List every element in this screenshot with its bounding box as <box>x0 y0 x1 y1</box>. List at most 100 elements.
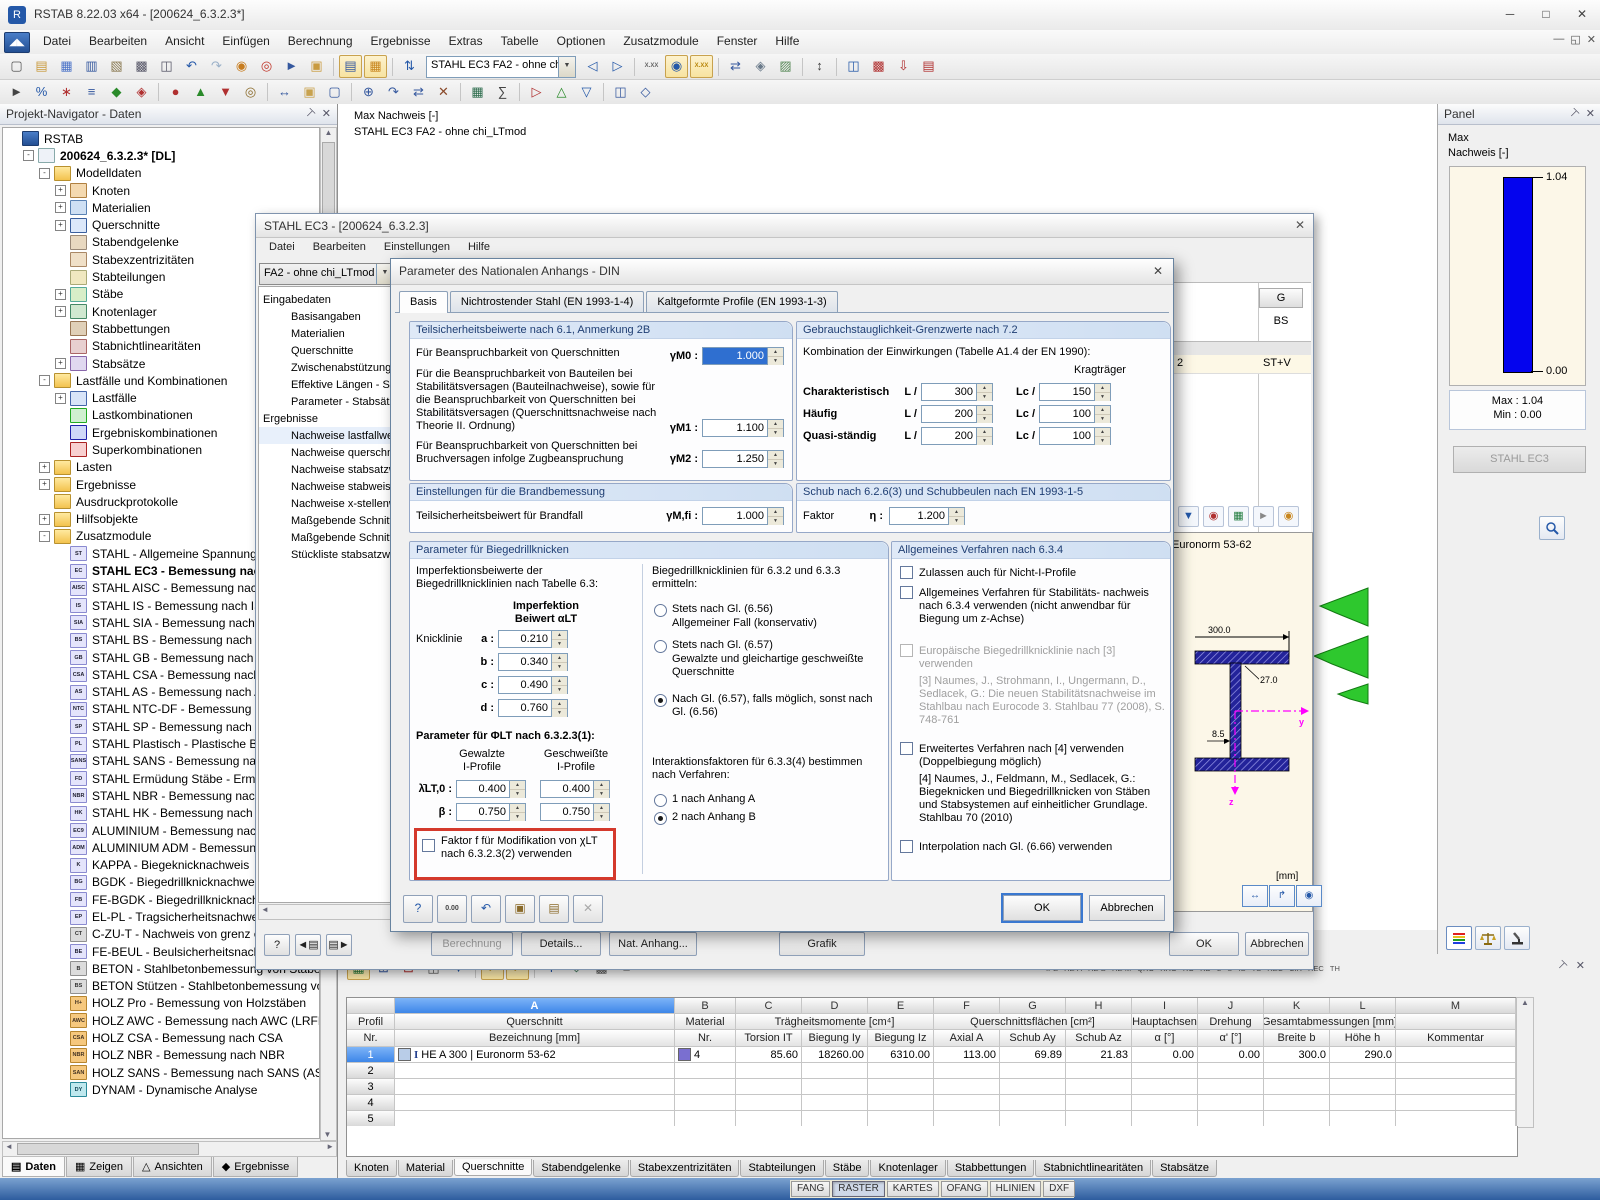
cell-value[interactable] <box>1066 1095 1132 1111</box>
ec3-menu-item[interactable]: Bearbeiten <box>304 238 375 261</box>
mirror-icon[interactable]: ⇄ <box>407 81 430 104</box>
spin-value[interactable]: 0.760 <box>499 700 551 716</box>
generate-icon[interactable]: ∗ <box>55 81 78 104</box>
table-row[interactable]: 1IHE A 300 | Euronorm 53-62485.6018260.0… <box>347 1047 1517 1063</box>
spin-buttons[interactable]: ▲▼ <box>1094 384 1110 400</box>
menubar-item[interactable]: Bearbeiten <box>80 30 156 54</box>
render-mode-icon[interactable]: ▨ <box>774 55 797 78</box>
cell-value[interactable] <box>736 1079 802 1095</box>
spin-value[interactable]: 1.100 <box>703 420 767 436</box>
spin-value[interactable]: 200 <box>922 406 976 422</box>
column-group-header[interactable]: Material <box>675 1014 736 1030</box>
nicht-i-profile-checkbox[interactable] <box>900 566 913 579</box>
spin-buttons[interactable]: ▲▼ <box>976 406 992 422</box>
status-toggle[interactable]: KARTES <box>887 1181 939 1197</box>
column-letter[interactable]: F <box>934 998 1000 1014</box>
new-file-icon[interactable]: ▢ <box>5 55 28 78</box>
visibility-icon[interactable]: ◉ <box>1203 506 1224 527</box>
table-tab[interactable]: Querschnitte <box>454 1159 532 1176</box>
isometry-icon[interactable]: ◇ <box>634 81 657 104</box>
column-header[interactable]: Torsion IT <box>736 1030 802 1047</box>
table-tab[interactable]: Material <box>398 1160 453 1177</box>
ec3-case-combobox[interactable]: FA2 - ohne chi_LTmod ▼ <box>259 263 394 285</box>
cell-bezeichnung[interactable]: IHE A 300 | Euronorm 53-62 <box>395 1047 675 1063</box>
cell-value[interactable]: 21.83 <box>1066 1047 1132 1063</box>
gamma-m1-input[interactable]: 1.100▲▼ <box>702 419 784 437</box>
row-number[interactable]: 1 <box>347 1047 395 1063</box>
menubar-item[interactable]: Datei <box>34 30 80 54</box>
zoom-target-icon[interactable]: ◎ <box>255 55 278 78</box>
column-group-header[interactable] <box>1396 1014 1516 1030</box>
menubar-item[interactable]: Extras <box>440 30 492 54</box>
column-header[interactable]: Höhe h <box>1330 1030 1396 1047</box>
menubar-item[interactable]: Fenster <box>708 30 767 54</box>
lambda-lt0-welded-input[interactable]: 0.400▲▼ <box>540 780 610 798</box>
spin-buttons[interactable]: ▲▼ <box>551 700 567 716</box>
ec3-next-table-button[interactable]: ▤► <box>326 934 352 956</box>
tab-kaltgeformte-profile[interactable]: Kaltgeformte Profile (EN 1993-1-3) <box>646 291 837 312</box>
allgemeines-verfahren-checkbox[interactable] <box>900 586 913 599</box>
spin-up-icon[interactable]: ▲ <box>949 508 964 517</box>
spin-value[interactable]: 0.210 <box>499 631 551 647</box>
navigator-close-icon[interactable]: ✕ <box>322 107 331 120</box>
alpha-lt-d-input[interactable]: 0.760▲▼ <box>498 699 568 717</box>
rotate-icon[interactable]: ↷ <box>382 81 405 104</box>
cell-value[interactable] <box>1330 1095 1396 1111</box>
menubar-item[interactable]: Hilfe <box>766 30 808 54</box>
column-group-header[interactable]: Profil <box>347 1014 395 1030</box>
select-percent-icon[interactable]: % <box>30 81 53 104</box>
node-new-icon[interactable]: ● <box>164 81 187 104</box>
cell-value[interactable] <box>1198 1079 1264 1095</box>
tree-item[interactable]: SANHOLZ SANS - Bemessung nach SANS (ASD … <box>3 1064 319 1081</box>
panel-toggle-icon[interactable]: ◫ <box>842 55 865 78</box>
table-row[interactable]: 2 <box>347 1063 1517 1079</box>
mdi-restore-icon[interactable]: ◱ <box>1570 33 1580 46</box>
cell-value[interactable] <box>868 1111 934 1127</box>
report-icon[interactable]: ▤ <box>917 55 940 78</box>
column-header[interactable]: Nr. <box>347 1030 395 1047</box>
column-letter[interactable]: G <box>1000 998 1066 1014</box>
cell-kommentar[interactable] <box>1396 1079 1516 1095</box>
spin-down-icon[interactable]: ▼ <box>1095 415 1110 423</box>
row-number[interactable]: 5 <box>347 1111 395 1127</box>
column-header-g[interactable]: G <box>1259 288 1303 308</box>
tree-expander-icon[interactable]: - <box>39 531 50 542</box>
scroll-up-icon[interactable]: ▲ <box>321 128 336 137</box>
export-report-icon[interactable]: ⇩ <box>892 55 915 78</box>
spin-value[interactable]: 0.490 <box>499 677 551 693</box>
spin-down-icon[interactable]: ▼ <box>768 357 783 365</box>
cell-material[interactable] <box>675 1111 736 1127</box>
x-axis-icon[interactable]: ▷ <box>525 81 548 104</box>
sum-icon[interactable]: ∑ <box>491 81 514 104</box>
pin-icon[interactable]: ⊤ <box>302 106 318 122</box>
column-header[interactable]: Nr. <box>675 1030 736 1047</box>
spin-buttons[interactable]: ▲▼ <box>976 428 992 444</box>
menubar-item[interactable]: Einfügen <box>213 30 278 54</box>
cell-value[interactable] <box>1132 1095 1198 1111</box>
tree-expander-icon[interactable]: + <box>55 358 66 369</box>
result-row[interactable]: 2 ST+V <box>1173 355 1311 374</box>
clipboard-icon[interactable]: ▧ <box>105 55 128 78</box>
excel-export-icon[interactable]: ▦ <box>1228 506 1249 527</box>
cell-value[interactable] <box>1000 1063 1066 1079</box>
tree-expander-icon[interactable]: + <box>55 220 66 231</box>
next-case-icon[interactable]: ▷ <box>606 55 629 78</box>
alpha-lt-a-input[interactable]: 0.210▲▼ <box>498 630 568 648</box>
cell-value[interactable] <box>802 1063 868 1079</box>
cell-kommentar[interactable] <box>1396 1111 1516 1127</box>
cell-value[interactable] <box>1330 1079 1396 1095</box>
cell-kommentar[interactable] <box>1396 1095 1516 1111</box>
maximize-icon[interactable]: □ <box>1528 0 1564 29</box>
tree-expander-icon[interactable]: + <box>39 462 50 473</box>
tree-expander-icon[interactable]: - <box>23 150 34 161</box>
spin-down-icon[interactable]: ▼ <box>552 686 567 694</box>
tree-item[interactable]: RSTAB <box>3 130 319 147</box>
table-tab[interactable]: Knotenlager <box>870 1160 945 1177</box>
eta-input[interactable]: 1.200▲▼ <box>889 507 965 525</box>
sls-freq-l-input[interactable]: 200▲▼ <box>921 405 993 423</box>
column-letter[interactable]: C <box>736 998 802 1014</box>
dock-close-icon[interactable]: ✕ <box>1576 959 1585 972</box>
column-letter[interactable]: A <box>395 998 675 1014</box>
spin-value[interactable]: 1.000 <box>703 508 767 524</box>
tree-item[interactable]: NBRHOLZ NBR - Bemessung nach NBR <box>3 1047 319 1064</box>
